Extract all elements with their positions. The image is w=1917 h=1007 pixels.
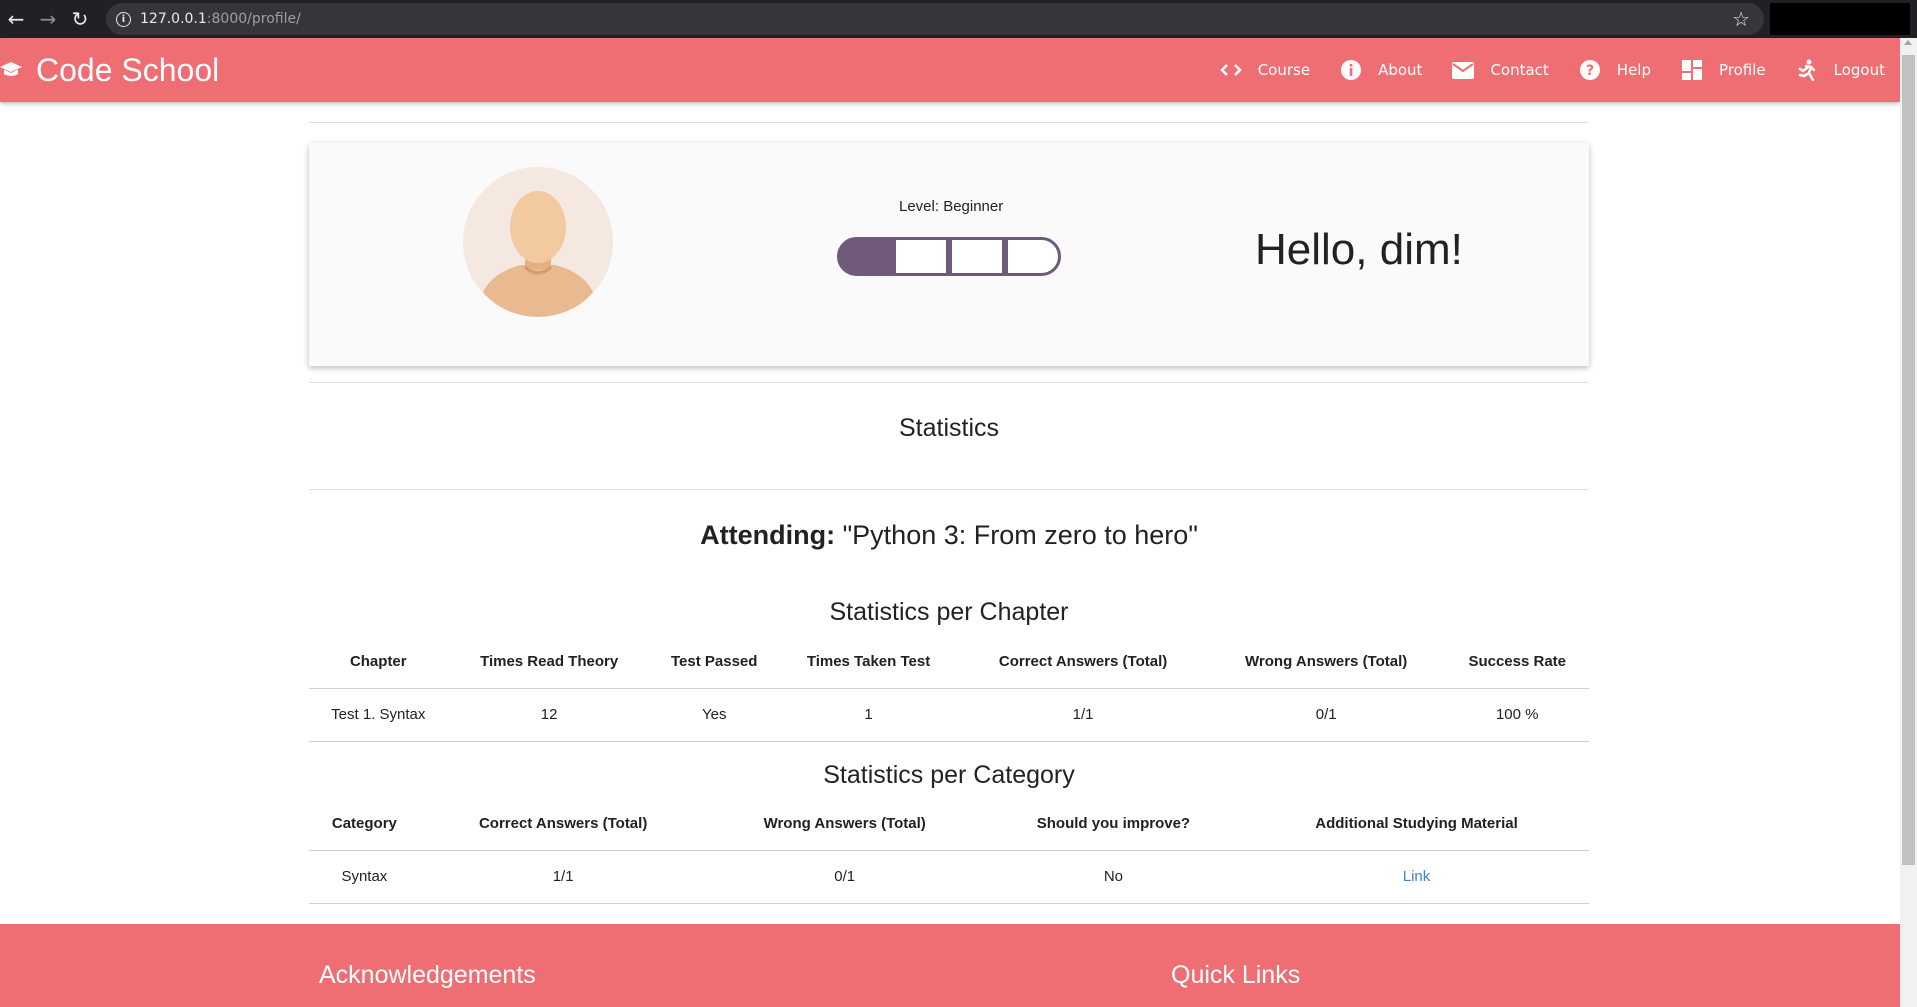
table-cell: Test 1. Syntax [309,687,448,742]
brand-logo[interactable]: Code School [0,38,219,102]
level-segment [893,237,949,276]
attending-course: Attending: "Python 3: From zero to hero" [309,520,1589,551]
code-icon [1219,59,1242,81]
info-icon [1340,59,1362,81]
study-material-link[interactable]: Link [1403,868,1431,885]
table-header: Additional Studying Material [1315,815,1518,833]
table-cell: 100 % [1445,687,1589,742]
table-cell: 0/1 [706,849,983,904]
chapter-stats-title: Statistics per Chapter [829,598,1069,626]
table-header: Chapter [349,653,407,671]
level-progress-bar [837,237,1061,276]
footer-acknowledgements-title: Acknowledgements [319,961,536,989]
greeting: Hello, dim! [1255,225,1463,274]
nav-help[interactable]: ? Help [1564,38,1666,102]
run-icon [1796,59,1818,81]
attending-label: Attending: [700,520,836,550]
divider [309,489,1589,490]
table-row: Syntax 1/1 0/1 No Link [309,849,1589,904]
table-cell: Syntax [309,849,420,904]
table-cell: Yes [650,687,778,742]
nav-profile-label: Profile [1719,61,1766,79]
profile-card: Level: Beginner Hello, dim! [309,143,1589,366]
level-segment [1005,237,1061,276]
table-cell: Link [1244,849,1589,904]
graduation-cap-icon [0,38,26,102]
table-cell: 1/1 [419,849,707,904]
table-header: Should you improve? [1036,815,1191,833]
nav-logout-label: Logout [1833,61,1885,79]
help-icon: ? [1579,59,1601,81]
nav-about[interactable]: About [1325,38,1437,102]
chapter-stats-table: Chapter Times Read Theory Test Passed Ti… [309,636,1589,742]
table-cell: 0/1 [1206,687,1446,742]
table-header: Correct Answers (Total) [998,653,1168,671]
table-header: Wrong Answers (Total) [1245,653,1408,671]
url-path: :8000/profile/ [206,11,301,27]
table-header: Category [331,815,397,833]
nav-links: Course About Contact ? Help Profile Logo… [1205,38,1900,102]
page-scrollbar[interactable] [1900,38,1917,1007]
table-cell: 1/1 [959,687,1207,742]
nav-course-label: Course [1257,61,1311,79]
level-label: Level: Beginner [899,198,1004,215]
statistics-title: Statistics [898,414,1000,442]
divider [309,382,1589,383]
scrollbar-thumb[interactable] [1902,55,1915,865]
brand-title: Code School [36,51,220,88]
site-info-icon[interactable]: i [116,11,131,27]
table-row: Test 1. Syntax 12 Yes 1 1/1 0/1 100 % [309,687,1589,742]
table-header-row: Category Correct Answers (Total) Wrong A… [309,798,1589,850]
category-stats-title: Statistics per Category [823,761,1075,789]
table-cell: 1 [777,687,960,742]
navbar: Code School Course About Contact ? Help [0,38,1900,102]
url-host: 127.0.0.1 [140,11,207,27]
forward-icon[interactable]: → [32,0,64,38]
nav-help-label: Help [1616,61,1651,79]
footer: Acknowledgements Quick Links [0,924,1900,1007]
nav-course[interactable]: Course [1205,38,1325,102]
table-header: Success Rate [1468,653,1567,671]
scroll-up-icon[interactable] [1904,40,1912,45]
table-header-row: Chapter Times Read Theory Test Passed Ti… [309,636,1589,688]
level-segment [837,237,893,276]
nav-contact[interactable]: Contact [1437,38,1563,102]
reload-icon[interactable]: ↻ [64,0,96,38]
bookmark-star-icon[interactable]: ☆ [1732,7,1750,31]
back-icon[interactable]: ← [0,0,32,38]
nav-about-label: About [1378,61,1423,79]
table-header: Correct Answers (Total) [478,815,648,833]
browser-profile-area [1770,3,1910,35]
nav-contact-label: Contact [1490,61,1549,79]
address-bar[interactable]: i 127.0.0.1:8000/profile/ ☆ [106,3,1764,35]
nav-profile[interactable]: Profile [1666,38,1781,102]
nav-logout[interactable]: Logout [1781,38,1900,102]
avatar [463,167,613,317]
level-segment [949,237,1005,276]
mail-icon [1452,59,1475,81]
table-header: Test Passed [671,653,758,671]
attending-course-name: "Python 3: From zero to hero" [842,520,1198,550]
table-header: Times Taken Test [806,653,931,671]
divider [309,122,1589,123]
dashboard-icon [1681,59,1703,81]
svg-text:?: ? [1586,63,1594,79]
table-header: Wrong Answers (Total) [763,815,926,833]
table-cell: 12 [447,687,651,742]
category-stats-table: Category Correct Answers (Total) Wrong A… [309,798,1589,904]
footer-quick-links-title: Quick Links [1171,961,1301,989]
table-cell: No [982,849,1245,904]
table-header: Times Read Theory [480,653,619,671]
browser-toolbar: ← → ↻ i 127.0.0.1:8000/profile/ ☆ [0,0,1917,38]
